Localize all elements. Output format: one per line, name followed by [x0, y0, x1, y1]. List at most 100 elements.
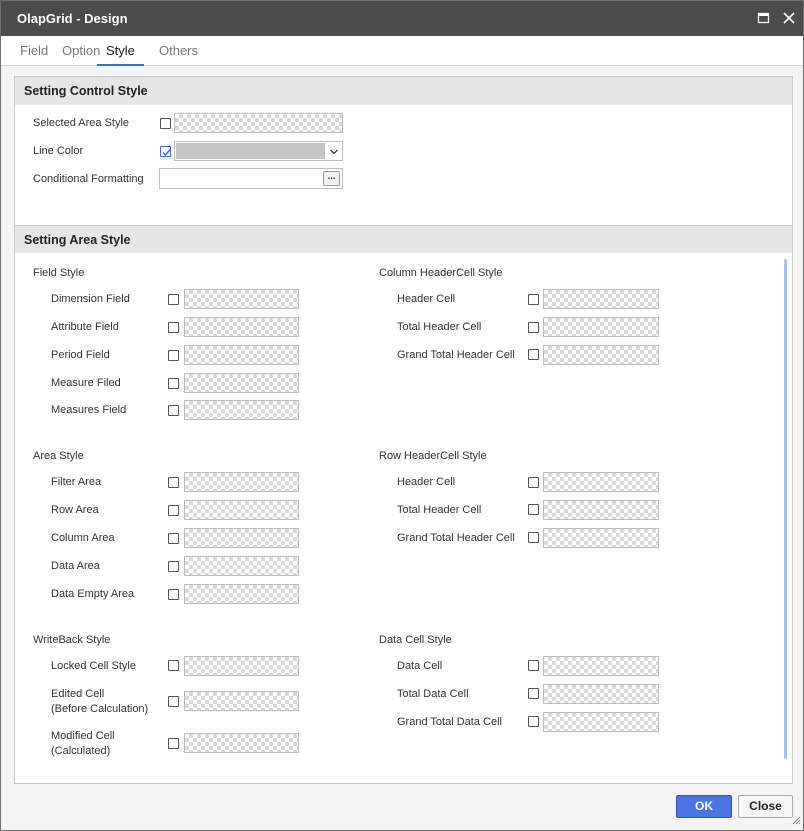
column-header-cell-label: Header Cell [397, 293, 456, 305]
grand-total-data-cell-checkbox[interactable] [528, 716, 539, 727]
row-area-label: Row Area [51, 504, 99, 516]
measure-filed-label: Measure Filed [51, 377, 121, 389]
data-empty-area-checkbox[interactable] [168, 589, 179, 600]
title-bar[interactable]: OlapGrid - Design [1, 1, 803, 36]
column-area-label: Column Area [51, 532, 115, 544]
modified-cell-label: Modified Cell (Calculated) [51, 729, 115, 759]
measures-field-picker[interactable] [184, 400, 299, 420]
line-color-dropdown[interactable] [174, 141, 343, 161]
attribute-field-checkbox[interactable] [168, 322, 179, 333]
tab-style[interactable]: Style [97, 43, 144, 66]
grand-total-data-cell-picker[interactable] [543, 712, 659, 732]
data-empty-area-picker[interactable] [184, 584, 299, 604]
column-total-header-cell-checkbox[interactable] [528, 322, 539, 333]
measure-filed-checkbox[interactable] [168, 378, 179, 389]
column-header-cell-picker[interactable] [543, 289, 659, 309]
ellipsis-button[interactable]: ... [323, 171, 340, 186]
vertical-scrollbar[interactable] [784, 259, 787, 759]
control-style-heading: Setting Control Style [24, 84, 148, 98]
close-button[interactable]: Close [738, 795, 793, 818]
row-grand-total-header-cell-label: Grand Total Header Cell [397, 532, 515, 544]
writeback-style-title: WriteBack Style [33, 634, 111, 646]
resize-grip-icon[interactable] [791, 815, 801, 828]
selected-area-style-label: Selected Area Style [33, 117, 130, 129]
data-area-checkbox[interactable] [168, 561, 179, 572]
field-style-title: Field Style [33, 267, 85, 279]
edited-cell-picker[interactable] [184, 691, 299, 711]
conditional-formatting-label: Conditional Formatting [33, 173, 144, 185]
row-headercell-style-title: Row HeaderCell Style [379, 450, 487, 462]
window-title: OlapGrid - Design [17, 11, 128, 26]
edited-cell-label-line2: (Before Calculation) [51, 703, 149, 715]
column-area-checkbox[interactable] [168, 533, 179, 544]
row-area-checkbox[interactable] [168, 505, 179, 516]
line-color-label: Line Color [33, 145, 84, 157]
data-area-picker[interactable] [184, 556, 299, 576]
filter-area-checkbox[interactable] [168, 477, 179, 488]
maximize-icon[interactable] [755, 9, 773, 27]
row-header-cell-label: Header Cell [397, 476, 456, 488]
period-field-label: Period Field [51, 349, 110, 361]
conditional-formatting-field[interactable]: ... [159, 168, 343, 189]
row-area-picker[interactable] [184, 500, 299, 520]
column-header-cell-checkbox[interactable] [528, 294, 539, 305]
measures-field-checkbox[interactable] [168, 405, 179, 416]
chevron-down-icon [329, 147, 339, 159]
modified-cell-picker[interactable] [184, 733, 299, 753]
edited-cell-label: Edited Cell (Before Calculation) [51, 687, 148, 717]
area-style-heading: Setting Area Style [24, 233, 131, 247]
data-cell-checkbox[interactable] [528, 660, 539, 671]
column-grand-total-header-cell-label: Grand Total Header Cell [397, 349, 515, 361]
row-header-cell-picker[interactable] [543, 472, 659, 492]
line-color-swatch [176, 143, 325, 159]
tab-option[interactable]: Option [62, 43, 100, 66]
total-data-cell-checkbox[interactable] [528, 688, 539, 699]
tab-field[interactable]: Field [20, 43, 48, 66]
attribute-field-label: Attribute Field [51, 321, 119, 333]
filter-area-picker[interactable] [184, 472, 299, 492]
column-total-header-cell-picker[interactable] [543, 317, 659, 337]
data-cell-picker[interactable] [543, 656, 659, 676]
row-grand-total-header-cell-checkbox[interactable] [528, 532, 539, 543]
data-cell-label: Data Cell [397, 660, 443, 672]
modified-cell-label-line2: (Calculated) [51, 745, 111, 757]
row-total-header-cell-picker[interactable] [543, 500, 659, 520]
grand-total-data-cell-label: Grand Total Data Cell [397, 716, 502, 728]
modified-cell-label-line1: Modified Cell [51, 730, 115, 742]
locked-cell-style-label: Locked Cell Style [51, 660, 136, 672]
total-data-cell-picker[interactable] [543, 684, 659, 704]
total-data-cell-label: Total Data Cell [397, 688, 469, 700]
column-grand-total-header-cell-picker[interactable] [543, 345, 659, 365]
column-grand-total-header-cell-checkbox[interactable] [528, 349, 539, 360]
row-total-header-cell-checkbox[interactable] [528, 504, 539, 515]
dimension-field-picker[interactable] [184, 289, 299, 309]
tab-others[interactable]: Others [159, 43, 198, 66]
close-icon[interactable] [780, 9, 798, 27]
locked-cell-style-picker[interactable] [184, 656, 299, 676]
period-field-checkbox[interactable] [168, 350, 179, 361]
selected-area-style-checkbox[interactable] [160, 118, 171, 129]
dimension-field-checkbox[interactable] [168, 294, 179, 305]
dimension-field-label: Dimension Field [51, 293, 130, 305]
row-header-cell-checkbox[interactable] [528, 477, 539, 488]
column-headercell-style-title: Column HeaderCell Style [379, 267, 503, 279]
data-empty-area-label: Data Empty Area [51, 588, 135, 600]
filter-area-label: Filter Area [51, 476, 102, 488]
measure-filed-picker[interactable] [184, 373, 299, 393]
locked-cell-style-checkbox[interactable] [168, 660, 179, 671]
dialog-window: OlapGrid - Design Field Option Style Oth… [0, 0, 804, 831]
modified-cell-checkbox[interactable] [168, 738, 179, 749]
row-grand-total-header-cell-picker[interactable] [543, 528, 659, 548]
edited-cell-checkbox[interactable] [168, 696, 179, 707]
ok-button[interactable]: OK [676, 795, 732, 818]
column-area-picker[interactable] [184, 528, 299, 548]
control-style-header: Setting Control Style [15, 77, 792, 105]
style-panel: Setting Control Style Selected Area Styl… [14, 76, 793, 784]
tab-bar: Field Option Style Others [1, 36, 803, 66]
attribute-field-picker[interactable] [184, 317, 299, 337]
line-color-checkbox[interactable] [160, 146, 171, 157]
edited-cell-label-line1: Edited Cell [51, 688, 105, 700]
selected-area-style-picker[interactable] [174, 113, 343, 133]
period-field-picker[interactable] [184, 345, 299, 365]
data-area-label: Data Area [51, 560, 100, 572]
